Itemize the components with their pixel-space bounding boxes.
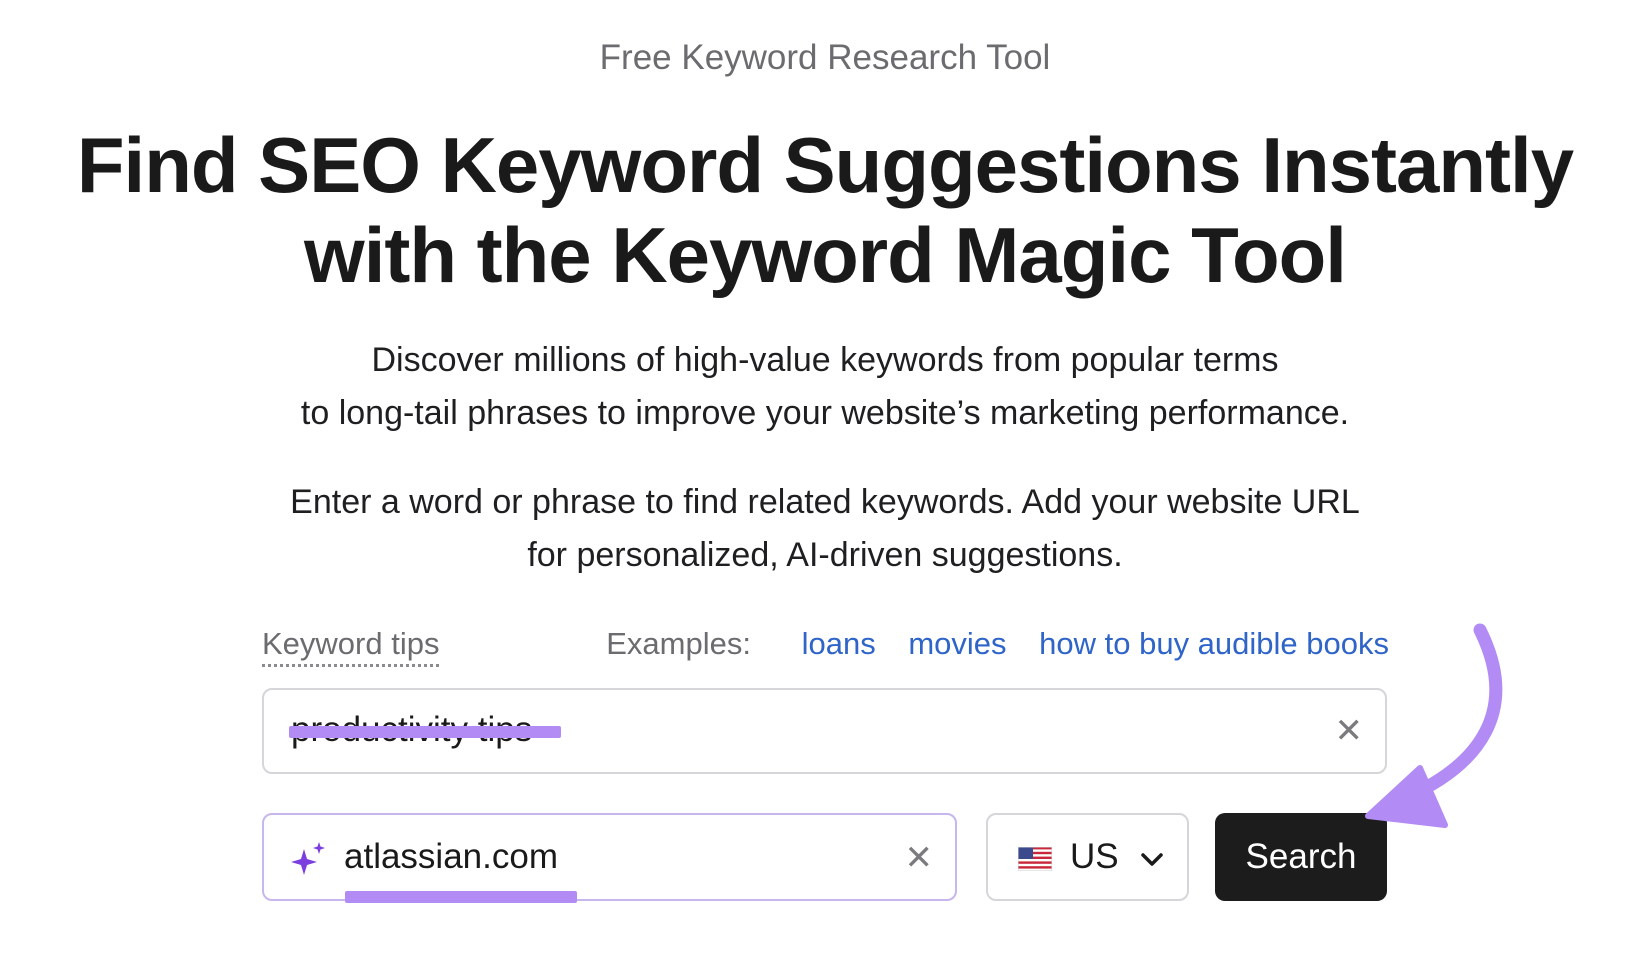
- website-url-value[interactable]: atlassian.com: [344, 837, 558, 877]
- sparkle-icon: [291, 842, 325, 875]
- us-flag-icon: [1018, 847, 1052, 871]
- page-title: Find SEO Keyword Suggestions Instantly w…: [0, 120, 1650, 300]
- example-link-audible-books[interactable]: how to buy audible books: [1039, 626, 1389, 661]
- page-instructions: Enter a word or phrase to find related k…: [0, 476, 1650, 582]
- page-title-line-1: Find SEO Keyword Suggestions Instantly: [76, 121, 1574, 209]
- instructions-line-2: for personalized, AI-driven suggestions.: [527, 536, 1123, 574]
- page-description: Discover millions of high-value keywords…: [0, 334, 1650, 440]
- country-select-value: US: [1070, 837, 1119, 876]
- close-icon[interactable]: ✕: [1335, 714, 1364, 748]
- tips-row: Keyword tips Examples: loans movies how …: [262, 622, 1389, 672]
- page-title-line-2: with the Keyword Magic Tool: [304, 211, 1347, 299]
- keyword-tips-link[interactable]: Keyword tips: [262, 626, 440, 667]
- description-line-2: to long-tail phrases to improve your web…: [300, 394, 1350, 432]
- example-link-movies[interactable]: movies: [908, 626, 1006, 661]
- instructions-line-1: Enter a word or phrase to find related k…: [290, 483, 1360, 521]
- examples-label: Examples:: [606, 626, 751, 661]
- website-url-input[interactable]: atlassian.com ✕: [262, 813, 957, 901]
- annotation-arrow-icon: [1365, 623, 1503, 828]
- description-line-1: Discover millions of high-value keywords…: [371, 341, 1279, 379]
- country-select[interactable]: US: [986, 813, 1189, 901]
- example-link-loans[interactable]: loans: [802, 626, 876, 661]
- page-eyebrow: Free Keyword Research Tool: [599, 38, 1051, 77]
- url-highlight-underline: [345, 891, 577, 903]
- keyword-research-page: Free Keyword Research Tool Find SEO Keyw…: [0, 0, 1650, 964]
- chevron-down-icon: [1141, 853, 1163, 866]
- close-icon[interactable]: ✕: [905, 841, 934, 875]
- keyword-highlight-underline: [289, 726, 561, 738]
- examples-list: Examples: loans movies how to buy audibl…: [606, 626, 1389, 662]
